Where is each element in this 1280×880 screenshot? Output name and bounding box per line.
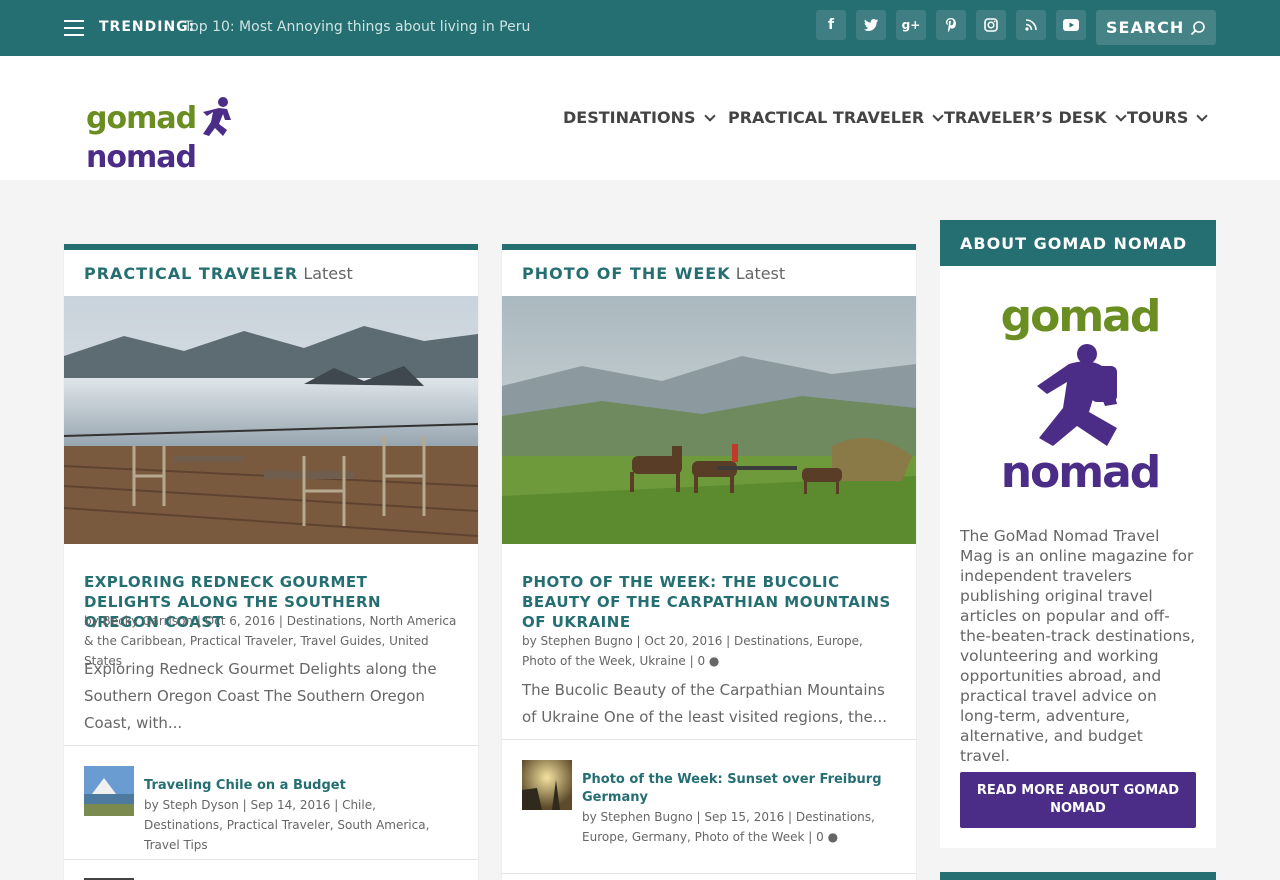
sub-post-meta: by Steph Dyson | Sep 14, 2016 | Chile, D…	[144, 798, 430, 852]
logo-text-nomad: nomad	[86, 140, 197, 175]
sidebar-logo-go: gomad	[1000, 291, 1162, 342]
pinterest-icon[interactable]	[936, 10, 966, 40]
trending-link[interactable]: Top 10: Most Annoying things about livin…	[184, 19, 530, 35]
rss-icon[interactable]	[1016, 10, 1046, 40]
chevron-down-icon	[1114, 109, 1127, 122]
sub-author[interactable]: Stephen Bugno	[601, 810, 693, 824]
author-link[interactable]: Stephen Bugno	[541, 634, 633, 648]
twitter-icon[interactable]	[856, 10, 886, 40]
card-heading-strong: PRACTICAL TRAVELER	[84, 264, 299, 283]
card-heading-strong: PHOTO OF THE WEEK	[522, 264, 731, 283]
post-excerpt: The Bucolic Beauty of the Carpathian Mou…	[522, 681, 888, 726]
sub-date: Sep 14, 2016	[250, 798, 331, 812]
sidebar-logo-nomad: nomad	[1000, 447, 1162, 498]
top-bar: TRENDING: Top 10: Most Annoying things a…	[0, 0, 1280, 56]
post-image-carpathian[interactable]	[502, 296, 916, 544]
sub-post-title[interactable]: Traveling Chile on a Budget	[144, 777, 458, 795]
nav-tours[interactable]: TOURS	[1127, 108, 1209, 127]
nav-label: DESTINATIONS	[563, 108, 696, 127]
author-link[interactable]: Becky Garrison	[103, 614, 194, 628]
comment-icon: ●	[708, 654, 720, 668]
sidebar-logo: gomad nomad	[990, 292, 1170, 496]
search-input[interactable]	[1096, 10, 1192, 45]
card-heading-light: Latest	[735, 264, 786, 283]
sub-comment-count[interactable]: 0	[816, 830, 824, 844]
sidebar-next-heading	[940, 872, 1216, 880]
chevron-down-icon	[932, 109, 944, 122]
thumb-chile[interactable]	[84, 766, 134, 816]
sidebar-about-text: The GoMad Nomad Travel Mag is an online …	[960, 527, 1196, 765]
search-icon[interactable]	[1190, 20, 1206, 36]
trending-label: TRENDING:	[99, 19, 196, 35]
divider	[64, 745, 478, 746]
instagram-icon[interactable]	[976, 10, 1006, 40]
youtube-icon[interactable]	[1056, 10, 1086, 40]
divider	[502, 739, 916, 740]
photo-of-the-week-card: PHOTO OF THE WEEK Latest PHOTO OF THE WE…	[502, 244, 916, 880]
card-heading[interactable]: PRACTICAL TRAVELER Latest	[84, 264, 353, 283]
nav-label: PRACTICAL TRAVELER	[728, 108, 925, 127]
logo-text-go: gomad	[86, 101, 197, 136]
read-more-button[interactable]: READ MORE ABOUT GOMAD NOMAD	[960, 772, 1196, 828]
nav-practical-traveler[interactable]: PRACTICAL TRAVELER	[728, 108, 944, 127]
nav-label: TRAVELER’S DESK	[944, 108, 1107, 127]
card-heading-light: Latest	[303, 264, 353, 283]
nav-destinations[interactable]: DESTINATIONS	[563, 108, 716, 127]
search-box	[1096, 10, 1216, 45]
sidebar-heading: ABOUT GOMAD NOMAD	[940, 220, 1216, 266]
practical-traveler-card: PRACTICAL TRAVELER Latest EXPLORING REDN…	[64, 244, 478, 880]
google-plus-icon[interactable]: g+	[896, 10, 926, 40]
site-header: gomad nomad DESTINATIONS PRACTICAL TRAVE…	[0, 56, 1280, 180]
post-image-oregon-coast[interactable]	[64, 296, 478, 544]
chevron-down-icon	[1196, 109, 1209, 122]
facebook-icon[interactable]: f	[816, 10, 846, 40]
sub-author[interactable]: Steph Dyson	[163, 798, 239, 812]
sub-post-meta: by Stephen Bugno | Sep 15, 2016 | Destin…	[582, 810, 875, 844]
nav-travelers-desk[interactable]: TRAVELER’S DESK	[944, 108, 1127, 127]
divider	[64, 859, 478, 860]
card-heading[interactable]: PHOTO OF THE WEEK Latest	[522, 264, 785, 283]
thumb-freiburg[interactable]	[522, 760, 572, 810]
sub-date: Sep 15, 2016	[704, 810, 785, 824]
post-meta: by Stephen Bugno | Oct 20, 2016 | Destin…	[522, 634, 863, 668]
sub-post-title[interactable]: Photo of the Week: Sunset over Freiburg …	[582, 771, 896, 807]
runner-logo-icon	[1037, 344, 1117, 446]
post-date: Oct 6, 2016	[204, 614, 276, 628]
menu-icon[interactable]	[64, 20, 84, 36]
divider	[502, 873, 916, 874]
nav-label: TOURS	[1127, 108, 1189, 127]
runner-logo-icon	[203, 97, 232, 136]
post-excerpt: Exploring Redneck Gourmet Delights along…	[84, 660, 437, 732]
post-title[interactable]: PHOTO OF THE WEEK: THE BUCOLIC BEAUTY OF…	[522, 572, 896, 632]
comment-count[interactable]: 0	[697, 654, 705, 668]
comment-icon: ●	[827, 830, 839, 844]
post-date: Oct 20, 2016	[644, 634, 723, 648]
site-logo[interactable]: gomad nomad	[86, 96, 316, 175]
chevron-down-icon	[703, 109, 716, 122]
sidebar-about: gomad nomad The GoMad Nomad Travel Mag i…	[940, 266, 1216, 848]
